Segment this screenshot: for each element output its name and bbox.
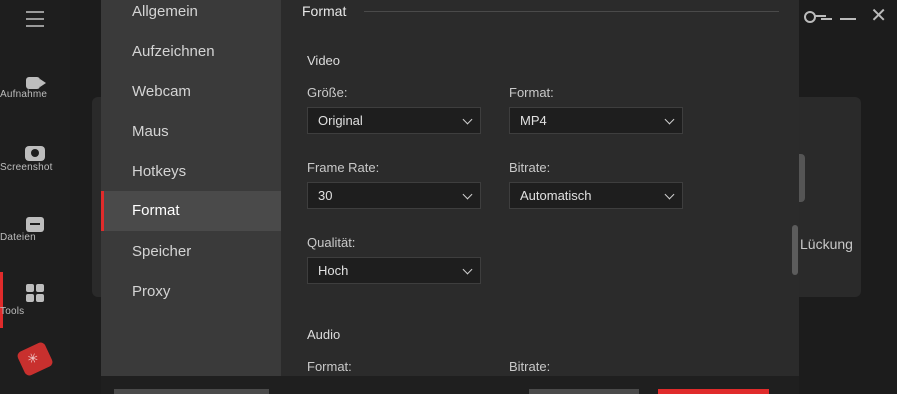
quality-label: Qualität:	[307, 235, 356, 250]
settings-nav-aufzeichnen[interactable]: Aufzeichnen	[101, 32, 281, 72]
size-label: Größe:	[307, 85, 348, 100]
bitrate-select[interactable]: Automatisch	[509, 182, 683, 209]
audio-heading: Audio	[307, 327, 341, 342]
chevron-down-icon	[664, 114, 675, 125]
video-camera-icon	[26, 77, 46, 89]
size-value: Original	[318, 113, 363, 128]
format-select[interactable]: MP4	[509, 107, 683, 134]
app-sidebar: Aufnahme Screenshot Dateien Tools	[0, 0, 70, 394]
chevron-down-icon	[664, 189, 675, 200]
settings-dialog: Allgemein Aufzeichnen Webcam Maus Hotkey…	[101, 0, 799, 394]
chevron-down-icon	[462, 189, 473, 200]
quality-select[interactable]: Hoch	[307, 257, 481, 284]
audio-bitrate-label: Bitrate:	[509, 359, 551, 374]
sale-tag-icon[interactable]	[15, 340, 55, 378]
video-heading: Video	[307, 53, 341, 68]
settings-nav-maus[interactable]: Maus	[101, 112, 281, 152]
settings-nav-proxy[interactable]: Proxy	[101, 272, 281, 312]
settings-content: Format Video Größe: Original Format: MP4…	[281, 0, 799, 394]
nav-item-tools[interactable]: Tools	[0, 283, 70, 317]
quality-value: Hoch	[318, 263, 349, 278]
format-value: MP4	[520, 113, 547, 128]
framerate-select[interactable]: 30	[307, 182, 481, 209]
framerate-value: 30	[318, 188, 333, 203]
bitrate-label: Bitrate:	[509, 160, 551, 175]
cancel-button[interactable]	[529, 389, 639, 394]
chevron-down-icon	[462, 264, 473, 275]
section-title: Format	[302, 3, 347, 19]
size-select[interactable]: Original	[307, 107, 481, 134]
menu-icon[interactable]	[26, 11, 44, 27]
format-label: Format:	[509, 85, 554, 100]
settings-nav: Allgemein Aufzeichnen Webcam Maus Hotkey…	[101, 0, 281, 394]
bitrate-value: Automatisch	[520, 188, 592, 203]
ok-button[interactable]	[658, 389, 769, 394]
settings-nav-webcam[interactable]: Webcam	[101, 72, 281, 112]
reset-button[interactable]	[114, 389, 269, 394]
window-controls: ✕	[804, 6, 887, 26]
settings-nav-format[interactable]: Format	[101, 191, 281, 231]
minimize-icon[interactable]	[840, 18, 857, 20]
close-icon[interactable]: ✕	[870, 6, 887, 26]
nav-label: Tools	[0, 306, 25, 317]
settings-nav-speicher[interactable]: Speicher	[101, 232, 281, 272]
chevron-down-icon	[462, 114, 473, 125]
nav-label: Aufnahme	[0, 89, 48, 100]
folder-icon	[26, 217, 44, 232]
camera-icon	[25, 146, 45, 161]
nav-label: Dateien	[0, 232, 36, 243]
settings-nav-allgemein[interactable]: Allgemein	[101, 0, 281, 32]
nav-label: Screenshot	[0, 162, 53, 173]
nav-item-aufnahme[interactable]: Aufnahme	[0, 74, 70, 100]
framerate-label: Frame Rate:	[307, 160, 380, 175]
settings-nav-hotkeys[interactable]: Hotkeys	[101, 152, 281, 192]
audio-format-label: Format:	[307, 359, 352, 374]
tools-grid-icon	[25, 283, 45, 303]
nav-item-dateien[interactable]: Dateien	[0, 214, 70, 243]
key-icon[interactable]	[804, 10, 827, 23]
nav-item-screenshot[interactable]: Screenshot	[0, 144, 70, 173]
scrollbar[interactable]	[792, 225, 798, 275]
section-divider	[364, 11, 779, 12]
background-text: Lückung	[800, 236, 853, 252]
